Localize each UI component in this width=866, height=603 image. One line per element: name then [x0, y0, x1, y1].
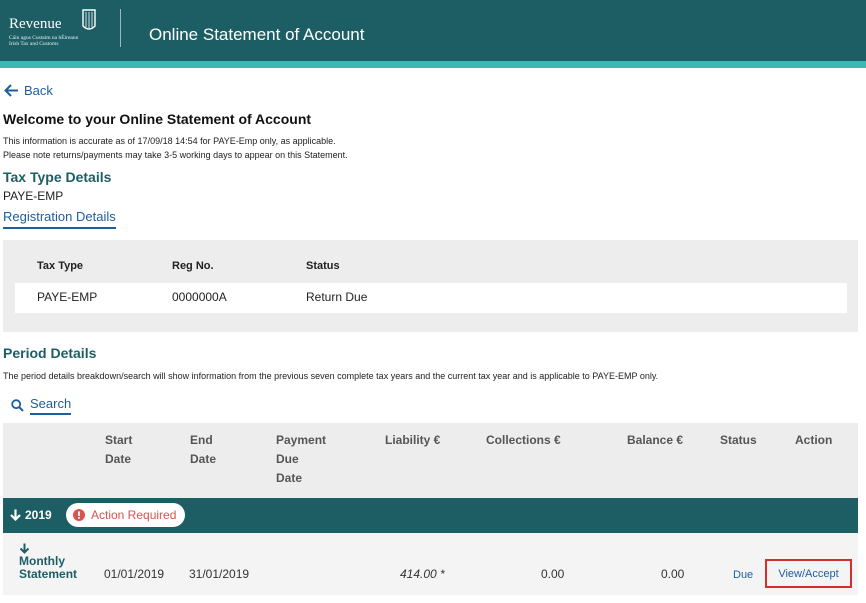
cell-end-date: 31/01/2019 [189, 567, 250, 581]
back-label: Back [24, 83, 53, 98]
reg-cell-tax-type: PAYE-EMP [37, 290, 98, 304]
arrow-down-icon [10, 509, 21, 521]
search-icon [11, 399, 24, 412]
reg-cell-status: Return Due [306, 290, 368, 304]
logo-subtitle-english: Irish Tax and Customs [9, 41, 59, 47]
header-divider [120, 9, 121, 47]
col-pay-line3: Date [276, 471, 303, 485]
action-required-badge: Action Required [66, 503, 186, 527]
page-title: Online Statement of Account [149, 25, 365, 44]
revenue-logo[interactable]: Revenue Cáin agus Custaim na hÉireann Ir… [9, 8, 114, 54]
arrow-down-icon [19, 543, 30, 554]
year-label: 2019 [25, 508, 52, 522]
period-info: The period details breakdown/search will… [3, 371, 659, 381]
back-link[interactable]: Back [4, 83, 53, 98]
period-heading: Period Details [3, 345, 97, 361]
cell-status: Due [733, 569, 754, 581]
cell-balance: 0.00 [661, 567, 685, 581]
arrow-left-icon [4, 84, 18, 97]
col-end-date[interactable]: End Date [190, 431, 216, 469]
welcome-heading: Welcome to your Online Statement of Acco… [3, 111, 312, 127]
col-payment-due-date[interactable]: Payment Due Date [276, 431, 326, 488]
tax-type-value: PAYE-EMP [3, 189, 64, 203]
registration-row [15, 283, 847, 313]
cell-liability: 414.00 * [400, 567, 445, 581]
col-liability[interactable]: Liability € [385, 431, 440, 450]
col-balance[interactable]: Balance € [627, 431, 683, 450]
col-end-line1: End [190, 433, 213, 447]
reg-header-tax-type: Tax Type [37, 260, 84, 272]
col-pay-line2: Due [276, 452, 299, 466]
badge-label: Action Required [91, 508, 177, 522]
harp-logo-icon [82, 9, 96, 30]
col-start-line2: Date [105, 452, 132, 466]
reg-header-reg-no: Reg No. [172, 260, 214, 272]
year-toggle[interactable]: 2019 [10, 508, 52, 522]
alert-icon [73, 509, 85, 521]
cell-collections: 0.00 [541, 567, 565, 581]
site-header: Revenue Cáin agus Custaim na hÉireann Ir… [0, 0, 866, 61]
search-link[interactable]: Search [11, 396, 72, 415]
col-end-line2: Date [190, 452, 217, 466]
col-start-date[interactable]: Start Date [105, 431, 132, 469]
statement-title-line2: Statement [19, 567, 78, 581]
registration-details-link[interactable]: Registration Details [3, 209, 116, 229]
logo-subtitle: Cáin agus Custaim na hÉireann Irish Tax … [9, 35, 78, 47]
col-pay-line1: Payment [276, 433, 327, 447]
col-status[interactable]: Status [720, 431, 757, 450]
col-collections[interactable]: Collections € [486, 431, 561, 450]
cell-start-date: 01/01/2019 [104, 567, 165, 581]
table-row [3, 533, 858, 595]
search-label: Search [30, 396, 72, 415]
statement-toggle[interactable]: Monthly Statement [19, 543, 77, 581]
accuracy-note: This information is accurate as of 17/09… [3, 136, 336, 146]
logo-wordmark: Revenue [9, 16, 62, 32]
header-accent-stripe [0, 61, 866, 68]
processing-note: Please note returns/payments may take 3-… [3, 150, 348, 160]
tax-type-heading: Tax Type Details [3, 169, 112, 185]
view-accept-button[interactable]: View/Accept [765, 559, 852, 588]
col-action: Action [795, 433, 833, 447]
reg-header-status: Status [306, 260, 340, 272]
reg-cell-reg-no: 0000000A [172, 290, 227, 304]
col-start-line1: Start [105, 433, 133, 447]
